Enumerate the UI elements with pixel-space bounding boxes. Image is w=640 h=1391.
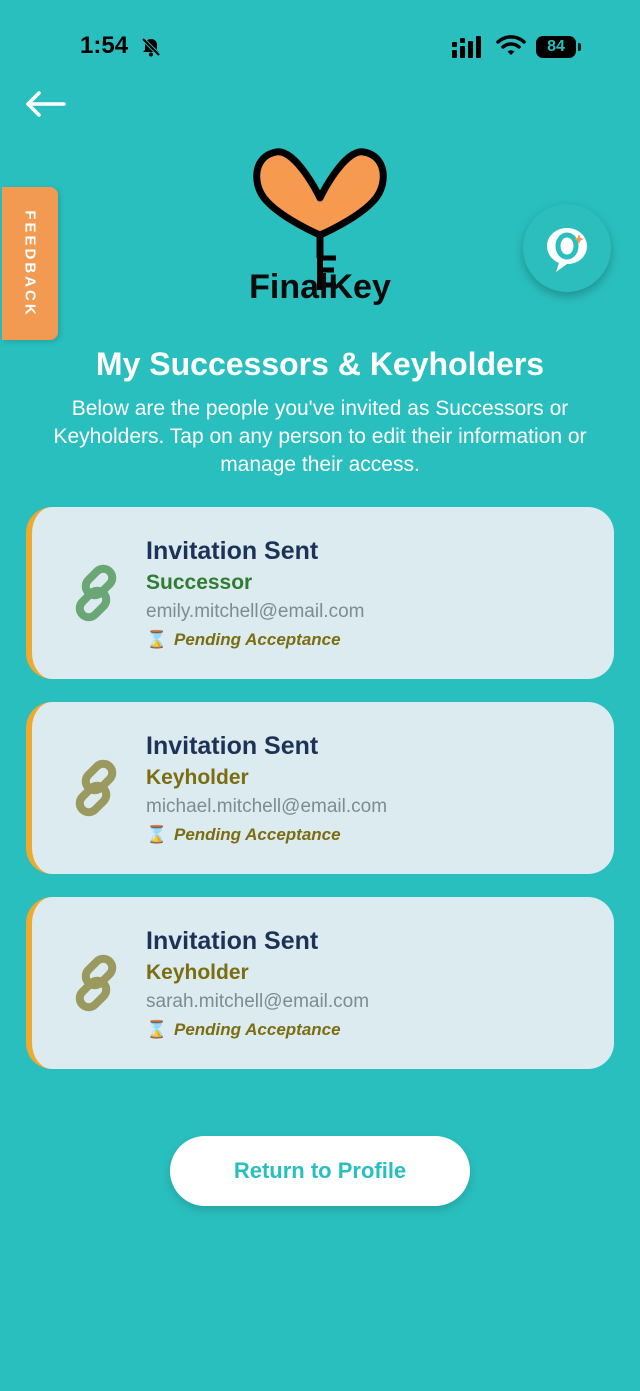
- invitation-card-sarah[interactable]: Invitation Sent Keyholder sarah.mitchell…: [26, 897, 614, 1069]
- status-time: 1:54: [80, 32, 129, 59]
- status-bar: 1:54 84: [0, 0, 640, 96]
- card-status: ⌛ Pending Acceptance: [146, 825, 341, 845]
- page-description: Below are the people you've invited as S…: [53, 397, 587, 476]
- card-status-label: Pending Acceptance: [174, 825, 341, 844]
- chat-assistant-button[interactable]: [523, 204, 611, 292]
- invitation-card-michael[interactable]: Invitation Sent Keyholder michael.mitche…: [26, 702, 614, 874]
- chat-assistant-icon: [547, 228, 587, 272]
- link-icon: [75, 759, 117, 817]
- card-status: ⌛ Pending Acceptance: [146, 630, 341, 650]
- return-to-profile-button[interactable]: Return to Profile: [170, 1136, 470, 1206]
- card-email: michael.mitchell@email.com: [146, 796, 388, 817]
- wifi-icon: [496, 35, 526, 55]
- card-status-label: Pending Acceptance: [174, 1020, 341, 1039]
- hourglass-icon: ⌛: [146, 1020, 168, 1039]
- card-role: Keyholder: [146, 766, 249, 789]
- card-title: Invitation Sent: [146, 537, 319, 565]
- card-status-label: Pending Acceptance: [174, 630, 341, 649]
- card-email: emily.mitchell@email.com: [146, 601, 365, 622]
- card-role: Successor: [146, 571, 253, 594]
- battery-tip: [578, 43, 581, 51]
- card-email: sarah.mitchell@email.com: [146, 991, 370, 1012]
- card-status: ⌛ Pending Acceptance: [146, 1020, 341, 1040]
- battery-indicator: 84: [536, 36, 576, 58]
- back-arrow-icon[interactable]: [24, 88, 68, 120]
- hourglass-icon: ⌛: [146, 630, 168, 649]
- hourglass-icon: ⌛: [146, 825, 168, 844]
- feedback-tab[interactable]: FEEDBACK: [2, 187, 58, 340]
- card-title: Invitation Sent: [146, 732, 319, 760]
- page-title: My Successors & Keyholders: [95, 346, 545, 382]
- link-icon: [75, 564, 117, 622]
- bell-slash-icon: [141, 37, 161, 57]
- invitation-card-emily[interactable]: Invitation Sent Successor emily.mitchell…: [26, 507, 614, 679]
- cellular-signal-icon: [452, 36, 481, 58]
- card-role: Keyholder: [146, 961, 249, 984]
- card-title: Invitation Sent: [146, 927, 319, 955]
- link-icon: [75, 954, 117, 1012]
